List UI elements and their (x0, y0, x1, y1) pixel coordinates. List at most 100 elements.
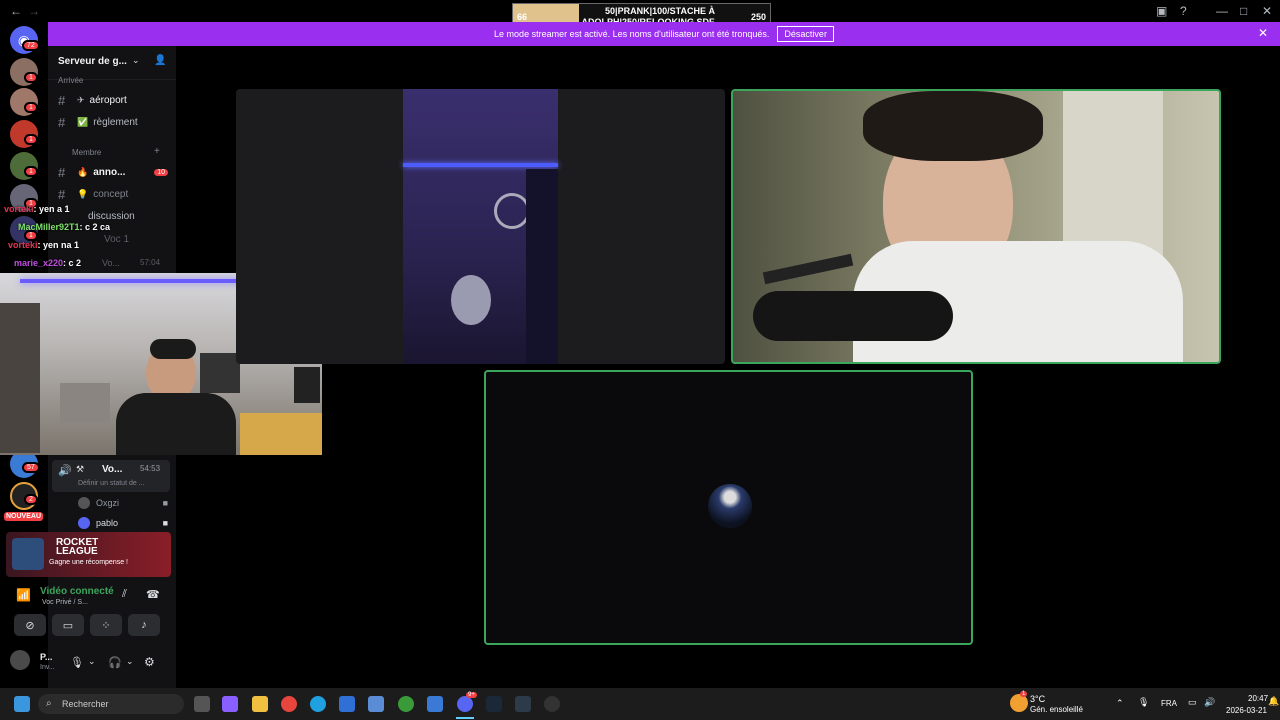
channel-label: anno... (93, 166, 126, 178)
minimize-icon[interactable]: — (1216, 4, 1228, 18)
obs-icon[interactable] (544, 696, 560, 712)
avatar (708, 484, 752, 528)
user-name[interactable]: P... (40, 652, 52, 662)
edge-icon[interactable] (310, 696, 326, 712)
soundboard-button[interactable]: ♪ (128, 614, 160, 636)
store-icon[interactable] (427, 696, 443, 712)
video-icon: ■ (162, 498, 168, 508)
person-hair (863, 91, 1043, 161)
category-member[interactable]: Membre (72, 148, 101, 157)
voice-user[interactable]: pablo ■ (78, 514, 168, 532)
camera-off-button[interactable]: ⊘ (14, 614, 46, 636)
file-explorer-icon[interactable] (252, 696, 268, 712)
maximize-icon[interactable]: □ (1240, 4, 1247, 18)
channel-rules[interactable]: # ✅ règlement (58, 112, 168, 132)
xbox-icon[interactable] (398, 696, 414, 712)
active-voice-channel[interactable]: 🔊 ⚒ Vo... 54:53 Définir un statut de ... (52, 460, 170, 492)
channel-announcements[interactable]: # 🔥 anno... 10 (58, 162, 168, 182)
server-name: Serveur de g... (58, 56, 127, 67)
volume-icon[interactable]: 🔊 (1204, 697, 1215, 708)
activities-button[interactable]: ⁘ (90, 614, 122, 636)
inbox-icon[interactable]: ▣ (1156, 4, 1167, 18)
chevron-up-icon[interactable]: ⌃ (1116, 698, 1124, 709)
video-tile[interactable] (236, 89, 725, 364)
stream-chat-overlay: vorteki: yen a 1 MacMiller92T1: c 2 ca v… (0, 204, 170, 272)
headphones-icon[interactable]: 🎧 (108, 656, 122, 669)
microphone-icon[interactable]: 🎙 (1138, 697, 1149, 708)
server-badge: 1 (24, 166, 38, 177)
avatar (78, 497, 90, 509)
channel-emoji: 💡 (77, 188, 89, 199)
person-body (116, 393, 236, 455)
monitor (294, 367, 320, 403)
weather-temp[interactable]: 3°C (1030, 694, 1045, 704)
copilot-icon[interactable] (222, 696, 238, 712)
channel-concept[interactable]: # 💡 concept (58, 184, 168, 204)
chat-message: : c 2 ca (79, 222, 111, 232)
disable-streamer-button[interactable]: Désactiver (777, 26, 834, 42)
chevron-down-icon[interactable]: ⌄ (126, 656, 134, 667)
language-indicator[interactable]: FRA (1161, 699, 1177, 708)
disconnect-icon[interactable]: ☎ (146, 588, 160, 601)
network-icon[interactable]: ▭ (1188, 697, 1197, 708)
activities-icon: ⁘ (101, 619, 111, 632)
chat-message: : yen a 1 (33, 204, 70, 214)
video-icon: ■ (162, 518, 168, 528)
add-channel-icon[interactable]: + (154, 146, 160, 157)
wall-clock (494, 193, 530, 229)
signal-icon[interactable]: 📶 (16, 588, 31, 602)
led-strip (403, 163, 558, 167)
server-header[interactable]: Serveur de g... ⌄ 👤 (48, 46, 176, 80)
server-badge: 57 (22, 462, 40, 473)
chat-user: MacMiller92T1 (18, 222, 80, 232)
mention-badge: 10 (154, 168, 168, 176)
notification-bell-icon[interactable]: 🔔 (1268, 696, 1279, 707)
app-icon[interactable] (515, 696, 531, 712)
screen-share-button[interactable]: ▭ (52, 614, 84, 636)
goal-target: 250 (750, 12, 766, 22)
search-placeholder: Rechercher (62, 699, 109, 709)
steam-icon[interactable] (486, 696, 502, 712)
video-tile-speaking[interactable] (731, 89, 1221, 364)
microphone-icon[interactable]: 🎙 (70, 656, 84, 669)
set-status-link[interactable]: Définir un statut de ... (78, 480, 145, 487)
voice-connection-panel: 📶 Vidéo connecté Voc Privé / S... ⫽ ☎ ⊘ … (4, 578, 171, 686)
mail-icon[interactable] (339, 696, 355, 712)
chevron-down-icon[interactable]: ⌄ (132, 55, 140, 66)
microphone (753, 291, 953, 341)
voice-status-subtitle[interactable]: Voc Privé / S... (42, 599, 88, 606)
soundboard-icon: ♪ (141, 619, 147, 631)
gear-icon[interactable]: ⚙ (144, 655, 155, 669)
settings-icon[interactable] (368, 696, 384, 712)
desk (240, 413, 322, 455)
category-arrival[interactable]: Arrivée (58, 76, 83, 85)
server-badge: 2 (24, 494, 38, 505)
voice-user[interactable]: Oxgzi ■ (78, 494, 168, 512)
avatar[interactable] (10, 650, 30, 670)
video-tile-speaking[interactable] (484, 370, 973, 645)
promo-card[interactable]: ROCKET LEAGUE Gagne une récompense ! (6, 532, 171, 577)
voice-user-name: pablo (96, 518, 119, 528)
chevron-down-icon[interactable]: ⌄ (88, 656, 96, 667)
rocket-league-icon (12, 538, 44, 570)
headset (150, 339, 196, 359)
arrow-left-icon[interactable]: ← (10, 4, 22, 18)
weather-desc[interactable]: Gén. ensoleillé (1030, 705, 1083, 714)
clock-time[interactable]: 20:47 (1248, 694, 1268, 703)
chrome-icon[interactable] (281, 696, 297, 712)
noise-suppression-icon[interactable]: ⫽ (122, 588, 127, 601)
close-icon[interactable]: ✕ (1258, 26, 1268, 40)
help-icon[interactable]: ? (1180, 4, 1187, 18)
channel-airport[interactable]: # ✈ aéroport (58, 90, 168, 110)
close-window-icon[interactable]: ✕ (1262, 4, 1272, 18)
clock-date[interactable]: 2026-03-21 (1226, 706, 1267, 715)
taskbar-search[interactable]: ⌕ Rechercher (38, 694, 184, 714)
add-user-icon[interactable]: 👤 (154, 55, 166, 66)
task-view-icon[interactable] (194, 696, 210, 712)
start-icon[interactable] (14, 696, 30, 712)
discord-icon[interactable] (457, 696, 473, 712)
home-badge: 72 (22, 40, 40, 51)
arrow-right-icon[interactable]: → (28, 4, 40, 18)
chat-user: vorteki (4, 204, 34, 214)
voice-status-title[interactable]: Vidéo connecté (40, 586, 114, 597)
